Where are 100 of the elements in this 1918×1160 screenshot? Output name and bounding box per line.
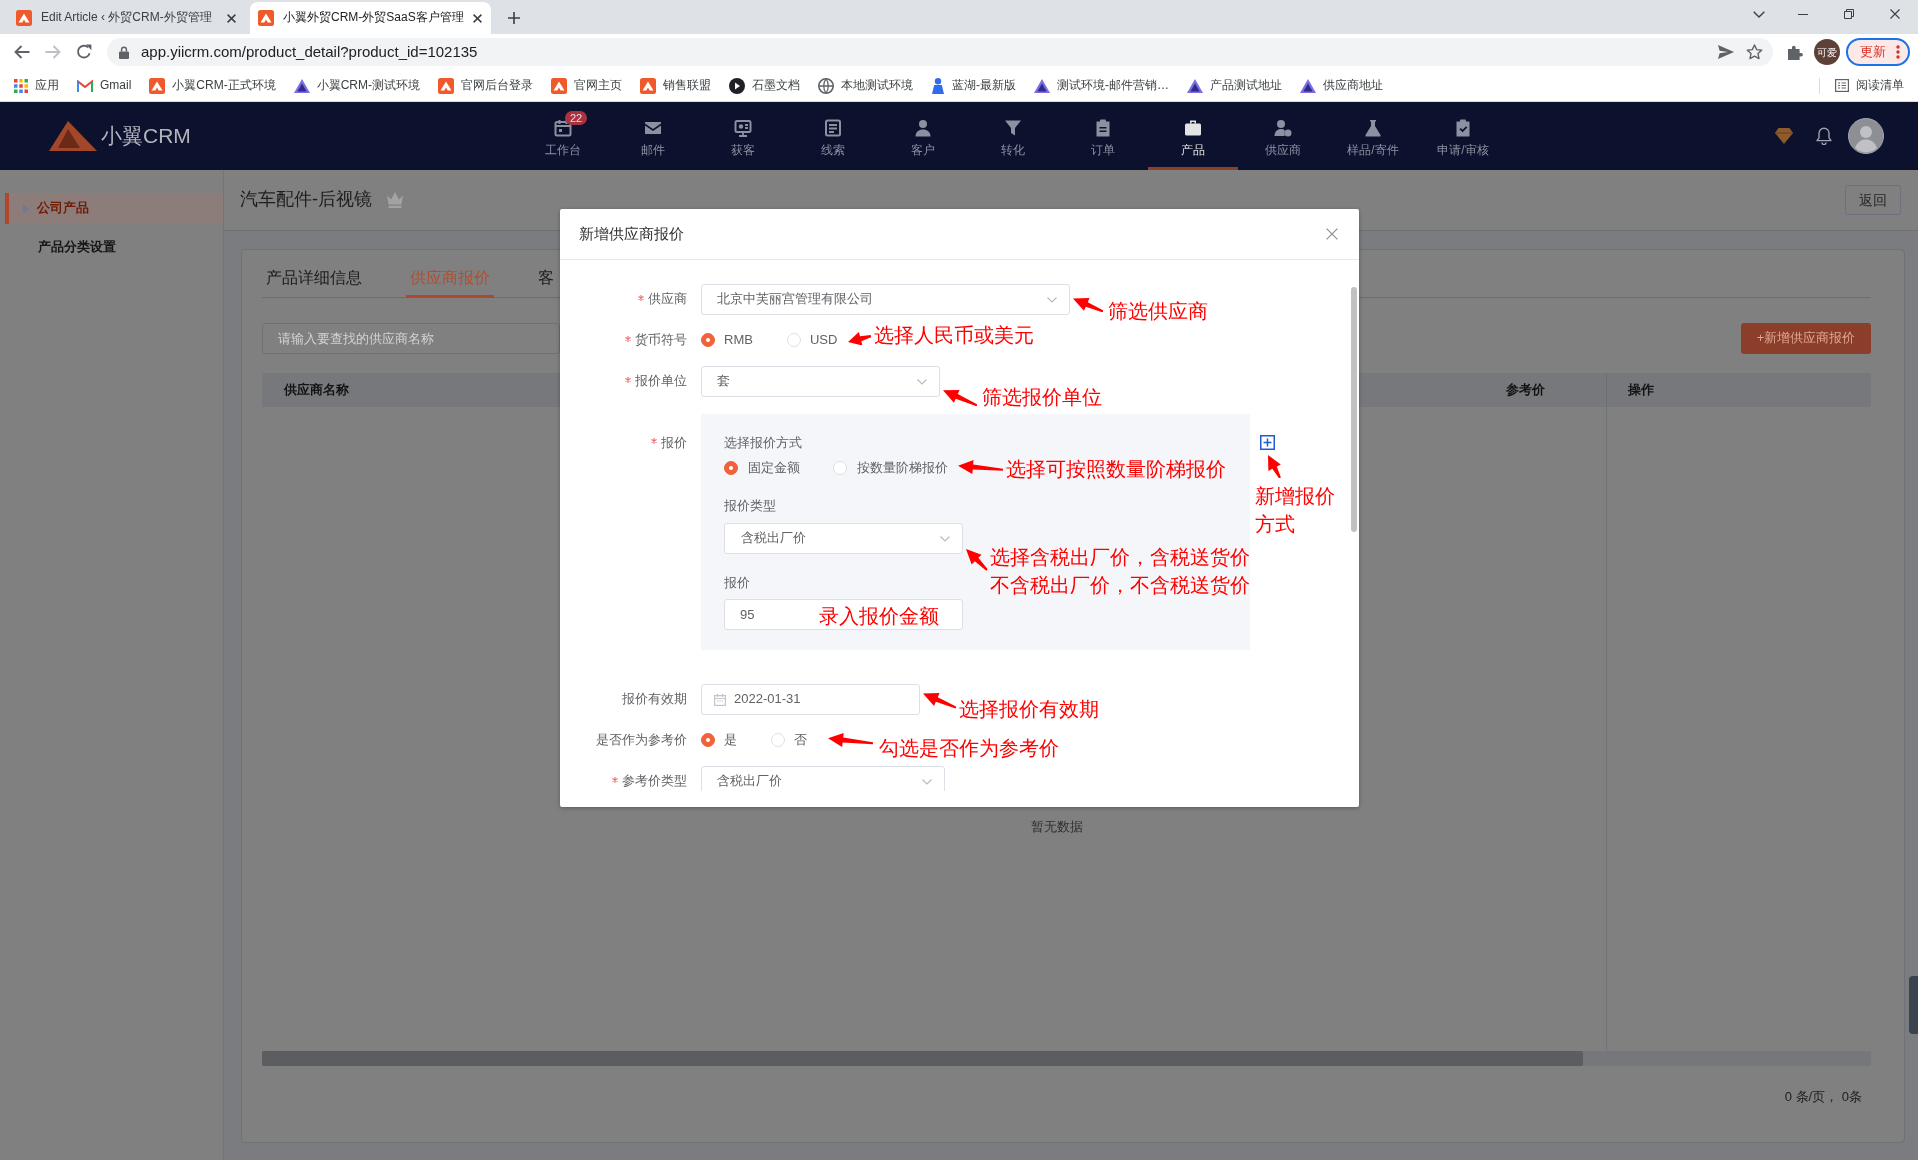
add-quote-button[interactable]: +新增供应商报价 bbox=[1741, 323, 1871, 354]
bookmark[interactable]: 本地测试环境 bbox=[809, 73, 922, 98]
horizontal-scrollbar[interactable] bbox=[262, 1051, 1871, 1066]
document-icon bbox=[824, 119, 842, 137]
tent-icon bbox=[1034, 78, 1050, 93]
bookmark[interactable]: 官网主页 bbox=[542, 73, 631, 98]
star-icon[interactable] bbox=[1746, 44, 1763, 60]
bookmark[interactable]: 供应商地址 bbox=[1291, 73, 1392, 98]
mountain-logo-icon bbox=[640, 77, 656, 94]
radio-label[interactable]: 否 bbox=[794, 732, 807, 749]
nav-tab[interactable]: 邮件 bbox=[608, 102, 698, 170]
bookmark[interactable]: 小翼CRM-测试环境 bbox=[284, 73, 429, 98]
profile-avatar[interactable]: 可爱 bbox=[1814, 39, 1840, 65]
bookmark[interactable]: 应用 bbox=[5, 73, 68, 98]
radio-button[interactable] bbox=[701, 333, 715, 348]
address-bar[interactable]: app.yiicrm.com/product_detail?product_id=102135 bbox=[107, 38, 1773, 66]
bookmark[interactable]: 蓝湖-最新版 bbox=[922, 73, 1025, 98]
scrollbar-thumb[interactable] bbox=[262, 1051, 1583, 1066]
annotation-text: 录入报价金额 bbox=[819, 604, 939, 629]
radio-button[interactable] bbox=[701, 733, 715, 748]
scrollbar-thumb[interactable] bbox=[1351, 287, 1357, 532]
nav-tab[interactable]: 客户 bbox=[878, 102, 968, 170]
nav-tab[interactable]: 样品/寄件 bbox=[1328, 102, 1418, 170]
radio-label[interactable]: 固定金额 bbox=[748, 459, 800, 477]
close-icon[interactable] bbox=[472, 13, 482, 23]
back-button[interactable]: 返回 bbox=[1845, 185, 1901, 215]
update-button[interactable]: 更新 bbox=[1846, 38, 1910, 66]
select-field[interactable]: 套 bbox=[701, 366, 940, 397]
nav-tab[interactable]: 产品 bbox=[1148, 102, 1238, 170]
select-field[interactable]: 含税出厂价 bbox=[724, 523, 963, 554]
puzzle-icon[interactable] bbox=[1787, 44, 1803, 60]
avatar-icon[interactable] bbox=[1848, 118, 1884, 154]
bookmark[interactable]: 产品测试地址 bbox=[1178, 73, 1291, 98]
nav-tab[interactable]: 订单 bbox=[1058, 102, 1148, 170]
annotation-text: 新增报价 方式 bbox=[1255, 484, 1335, 537]
radio-button[interactable] bbox=[724, 461, 738, 475]
detail-tab[interactable]: 产品详细信息 bbox=[262, 267, 366, 298]
nav-tab[interactable]: 供应商 bbox=[1238, 102, 1328, 170]
annotation-arrow bbox=[943, 389, 978, 406]
calendar-icon bbox=[714, 693, 726, 706]
select-field[interactable]: 北京中芙丽宫管理有限公司 bbox=[701, 284, 1070, 315]
bookmark[interactable]: 官网后台登录 bbox=[429, 73, 542, 98]
disc-icon bbox=[729, 77, 745, 94]
sidebar-item[interactable]: 产品分类设置 bbox=[5, 232, 223, 263]
reading-list-button[interactable]: 阅读清单 bbox=[1826, 73, 1913, 98]
annotation-text: 选择人民币或美元 bbox=[874, 323, 1034, 348]
search-field[interactable]: 请输入要查找的供应商名称 bbox=[262, 323, 560, 354]
bookmark[interactable]: 小翼CRM-正式环境 bbox=[140, 73, 285, 98]
logo-text: 小翼CRM bbox=[101, 123, 191, 150]
bookmark[interactable]: 测试环境-邮件营销… bbox=[1025, 73, 1178, 98]
nav-tab[interactable]: 申请/审核 bbox=[1418, 102, 1508, 170]
tent-icon bbox=[1300, 78, 1316, 93]
figure-icon bbox=[931, 77, 945, 94]
bell-icon[interactable] bbox=[1816, 127, 1832, 145]
browser-tab[interactable]: Edit Article ‹ 外贸CRM-外贸管理 bbox=[8, 2, 245, 34]
add-square-icon[interactable] bbox=[1260, 435, 1275, 450]
browser-tab[interactable]: 小翼外贸CRM-外贸SaaS客户管理 bbox=[250, 2, 491, 34]
reload-icon[interactable] bbox=[76, 44, 92, 60]
nav-tab[interactable]: 22 工作台 bbox=[518, 102, 608, 170]
close-icon[interactable] bbox=[227, 13, 236, 23]
mountain-logo-icon bbox=[551, 77, 567, 94]
calendar-icon bbox=[554, 119, 572, 137]
chevron-down-icon bbox=[917, 378, 927, 385]
field-label: 参考价类型 bbox=[622, 773, 687, 790]
send-icon[interactable] bbox=[1718, 45, 1734, 59]
clipboard-icon bbox=[1094, 119, 1112, 137]
logo-icon bbox=[49, 121, 97, 151]
annotation-arrow bbox=[848, 331, 872, 346]
empty-state-text: 暂无数据 bbox=[1030, 818, 1083, 836]
modal-title: 新增供应商报价 bbox=[579, 224, 684, 244]
select-field[interactable]: 含税出厂价 bbox=[701, 766, 945, 791]
annotation-arrow bbox=[828, 732, 874, 747]
bookmark[interactable]: 销售联盟 bbox=[631, 73, 720, 98]
nav-tab[interactable]: 线索 bbox=[788, 102, 878, 170]
annotation-arrow bbox=[1073, 297, 1104, 312]
radio-label[interactable]: RMB bbox=[724, 332, 753, 349]
radio-label[interactable]: 是 bbox=[724, 732, 737, 749]
detail-tab[interactable]: 客 bbox=[534, 267, 558, 298]
pagination-text: 0 条/页， 0条 bbox=[1784, 1088, 1862, 1106]
annotation-text: 选择含税出厂价，含税送货价 不含税出厂价，不含税送货价 bbox=[990, 545, 1250, 598]
nav-tab[interactable]: 获客 bbox=[698, 102, 788, 170]
annotation-arrow bbox=[958, 460, 1004, 475]
diamond-icon[interactable] bbox=[1775, 128, 1793, 144]
field-label: 报价类型 bbox=[724, 497, 776, 515]
minimize-icon[interactable] bbox=[1798, 13, 1808, 15]
plus-icon[interactable] bbox=[507, 12, 520, 24]
back-icon[interactable] bbox=[14, 45, 30, 59]
radio-label[interactable]: USD bbox=[809, 332, 838, 349]
restore-icon[interactable] bbox=[1844, 9, 1854, 19]
mountain-logo-icon bbox=[149, 77, 166, 94]
envelope-icon bbox=[644, 119, 662, 137]
chevron-down-icon[interactable] bbox=[1753, 10, 1765, 18]
field-label: 是否作为参考价 bbox=[596, 732, 687, 749]
nav-tab[interactable]: 转化 bbox=[968, 102, 1058, 170]
bookmark[interactable]: 石墨文档 bbox=[720, 73, 809, 98]
radio-label[interactable]: 按数量阶梯报价 bbox=[857, 459, 948, 477]
date-field[interactable]: 2022-01-31 bbox=[701, 684, 920, 715]
close-icon[interactable] bbox=[1890, 9, 1900, 19]
bookmark[interactable]: Gmail bbox=[68, 73, 141, 98]
annotation-text: 勾选是否作为参考价 bbox=[879, 736, 1059, 761]
